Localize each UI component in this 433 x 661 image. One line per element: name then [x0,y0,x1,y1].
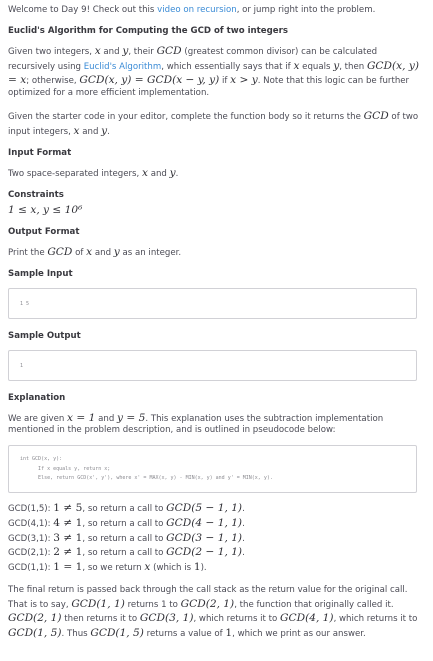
output-format-text: Print the GCD of x and y as an integer. [8,246,182,259]
recursion-step: GCD(4,1): 4 ≠ 1, so return a call to GCD… [8,517,245,530]
input-format-heading: Input Format [8,147,72,158]
intro-text: Welcome to Day 9! Check out this video o… [8,5,376,15]
sample-input-box: 1 5 [8,287,417,319]
description-paragraph: Given two integers, x and y, their GCD (… [8,44,419,99]
video-link[interactable]: video on recursion [157,5,237,15]
problem-statement: Welcome to Day 9! Check out this video o… [0,0,433,661]
code-line: If x equals y, return x; [20,465,111,472]
recursion-step: GCD(1,5): 1 ≠ 5, so return a call to GCD… [8,502,245,515]
recursion-step-final: GCD(1,1): 1 = 1, so we return x (which i… [8,561,207,574]
code-line: int GCD(x, y): [20,456,63,463]
euclid-algorithm-link[interactable]: Euclid's Algorithm [84,62,162,72]
output-format-heading: Output Format [8,227,80,238]
explanation-heading: Explanation [8,392,66,403]
code-line: Else, return GCD(x', y'), where x' = MAX… [20,475,273,482]
pseudocode-block: int GCD(x, y): If x equals y, return x; … [8,445,417,494]
section-heading: Euclid's Algorithm for Computing the GCD… [8,25,288,36]
sample-input-heading: Sample Input [8,269,73,280]
task-paragraph: Given the starter code in your editor, c… [8,110,419,138]
sample-output-box: 1 [8,349,417,381]
constraints-heading: Constraints [8,189,64,200]
input-format-text: Two space-separated integers, x and y. [8,166,179,179]
recursion-steps: GCD(1,5): 1 ≠ 5, so return a call to GCD… [8,501,425,574]
explanation-text: We are given x = 1 and y = 5. This expla… [8,411,384,436]
sample-output-heading: Sample Output [8,330,81,341]
recursion-step: GCD(3,1): 3 ≠ 1, so return a call to GCD… [8,531,245,544]
constraints-text: 1 ≤ x, y ≤ 10⁶ [8,204,83,217]
recursion-step: GCD(2,1): 2 ≠ 1, so return a call to GCD… [8,546,245,559]
final-explanation: The final return is passed back through … [8,584,418,640]
